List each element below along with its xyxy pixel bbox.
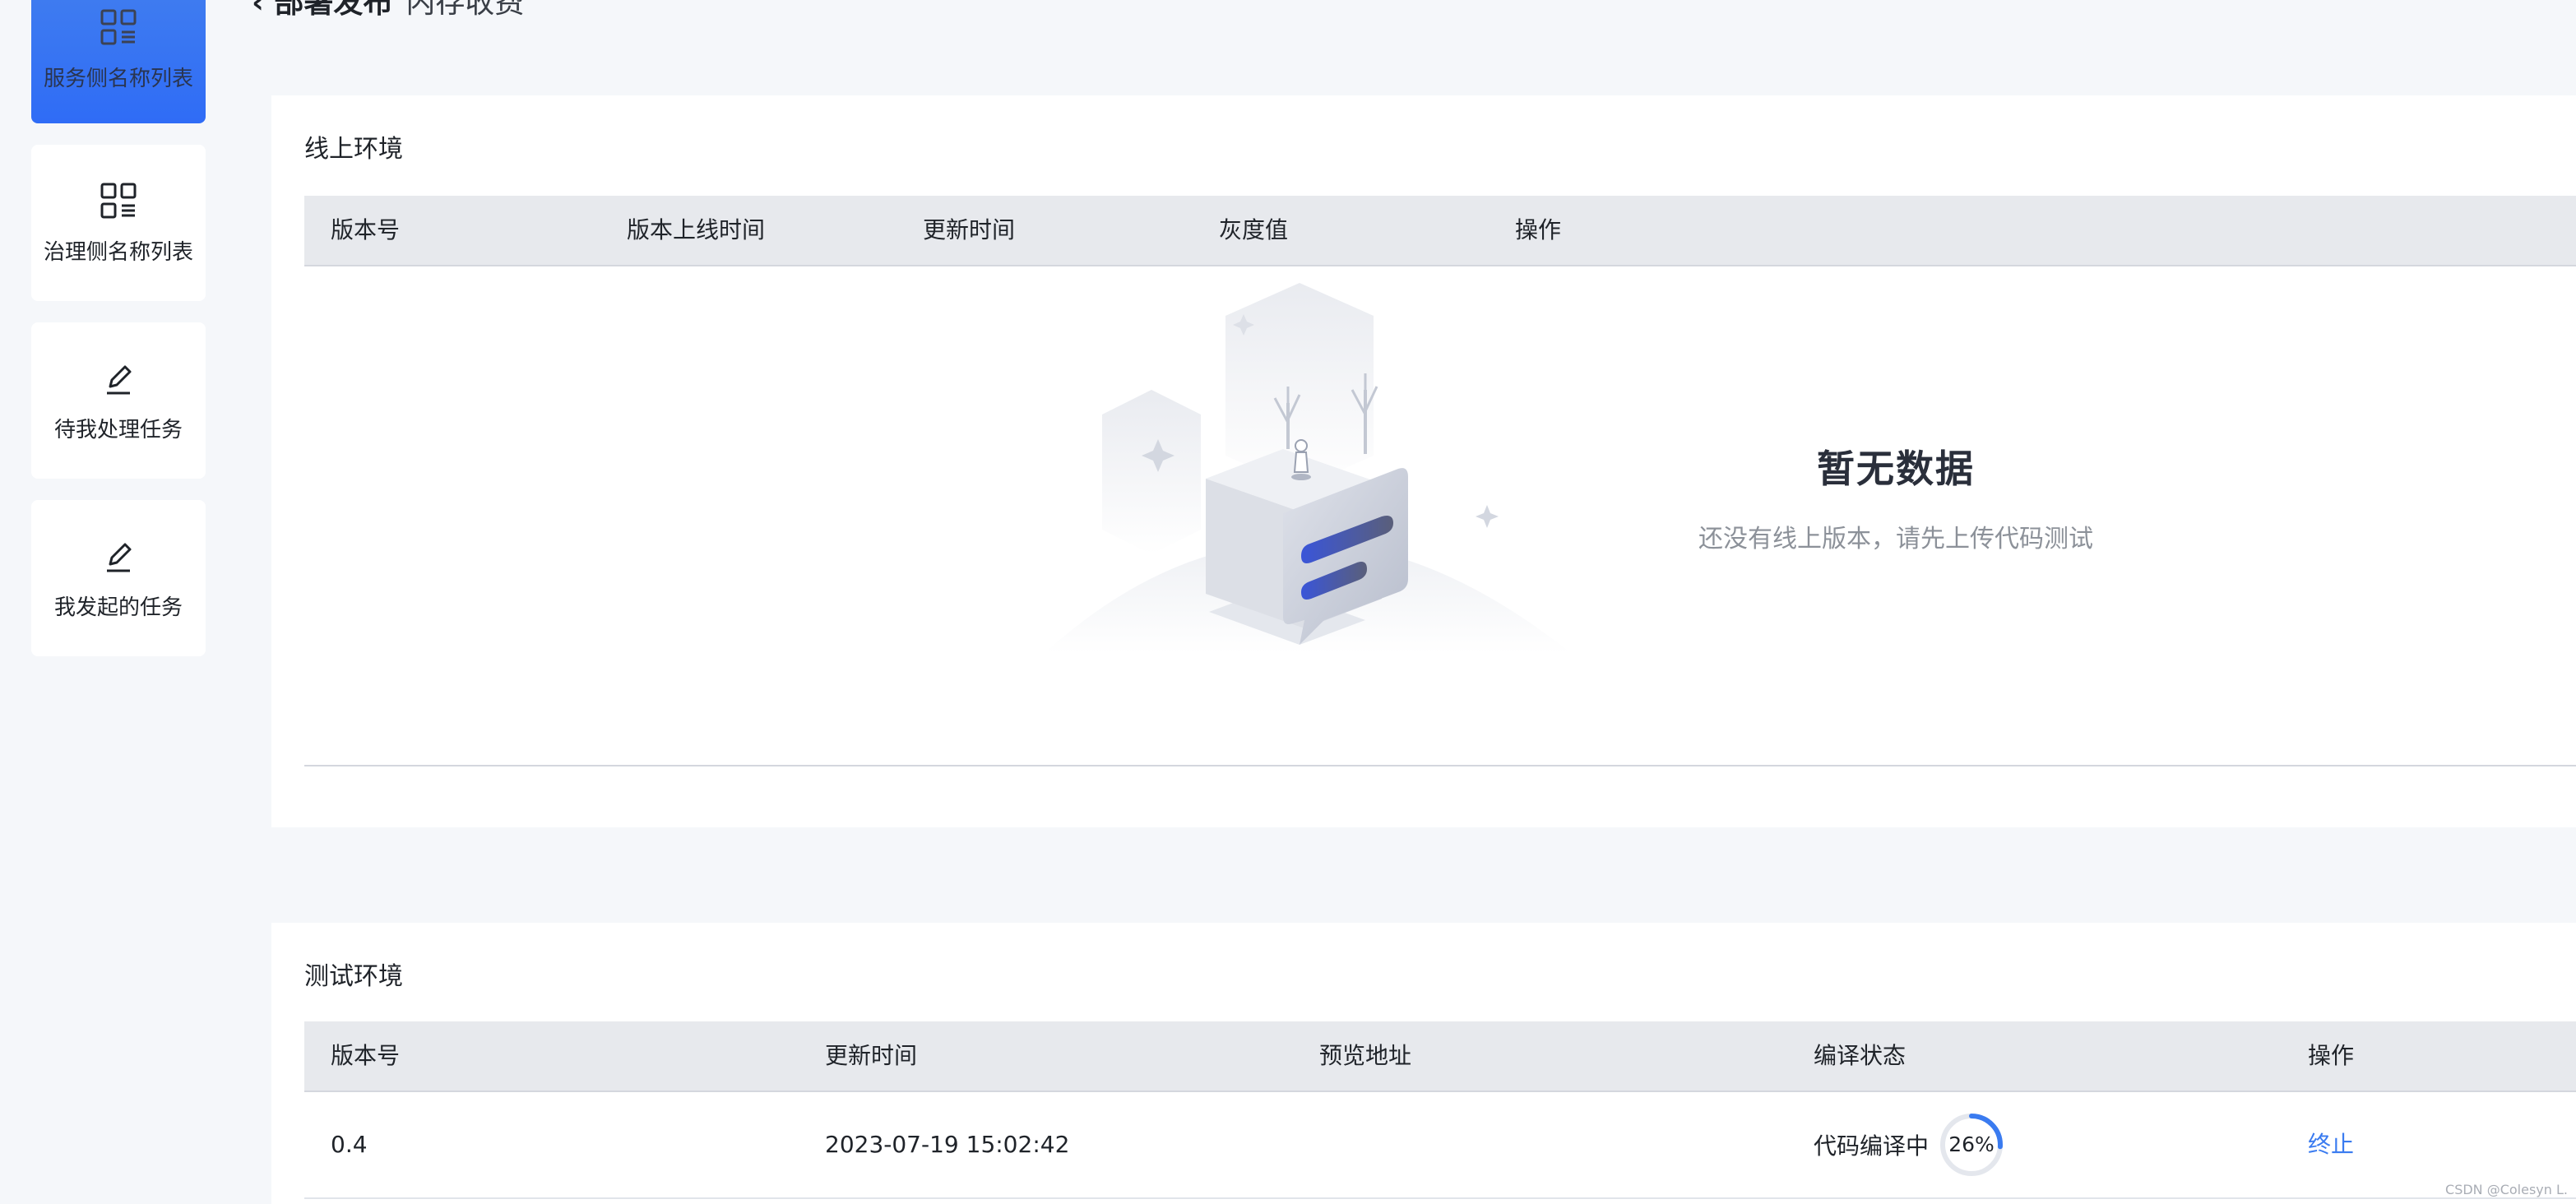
edit-pen-icon	[107, 365, 132, 394]
col-gray-value: 灰度值	[1219, 216, 1289, 243]
build-status-text: 代码编译中	[1814, 1132, 1930, 1160]
online-env-title: 线上环境	[304, 135, 403, 164]
sidebar-item-my-pending-tasks[interactable]: 待我处理任务	[31, 322, 206, 479]
page-title: ‹ 部署发布 内存收费	[252, 0, 524, 21]
edit-pen-icon	[107, 543, 132, 572]
col-actions: 操作	[2308, 1042, 2355, 1069]
sidebar-item-my-initiated-tasks[interactable]: 我发起的任务	[31, 500, 206, 656]
build-progress-label: 26%	[1948, 1132, 1995, 1156]
col-version: 版本号	[331, 216, 401, 243]
grid-list-icon	[100, 183, 137, 218]
stop-build-link[interactable]: 终止	[2308, 1092, 2354, 1197]
col-release-time: 版本上线时间	[627, 216, 766, 243]
online-env-card: 线上环境 版本号 版本上线时间 更新时间 灰度值 操作 暂无数据 还没有线上版本…	[271, 95, 2576, 827]
col-preview-url: 预览地址	[1319, 1042, 1412, 1069]
row-version: 0.4	[331, 1131, 368, 1158]
sidebar-item-label: 待我处理任务	[53, 417, 183, 442]
empty-state: 暂无数据 还没有线上版本，请先上传代码测试	[304, 266, 2576, 859]
row-build-status: 代码编译中 26%	[1814, 1092, 2004, 1197]
test-env-card: 测试环境 版本号 更新时间 预览地址 编译状态 操作 0.4 2023-07-1…	[271, 923, 2576, 1204]
build-progress-ring: 26%	[1939, 1112, 2004, 1178]
back-chevron-icon[interactable]: ‹	[252, 0, 274, 20]
sidebar-item-label: 服务侧名称列表	[43, 66, 193, 91]
empty-title: 暂无数据	[1817, 447, 1975, 491]
row-update-time: 2023-07-19 15:02:42	[825, 1131, 1070, 1158]
sidebar-item-governance-names[interactable]: 治理侧名称列表	[31, 145, 206, 301]
page-title-text: 部署发布	[274, 0, 393, 20]
col-version: 版本号	[331, 1042, 401, 1069]
col-update-time: 更新时间	[825, 1042, 918, 1069]
table-row: 0.4 2023-07-19 15:02:42 代码编译中 26% 终止	[304, 1092, 2576, 1199]
col-update-time: 更新时间	[923, 216, 1016, 243]
grid-list-icon	[100, 9, 137, 44]
col-actions: 操作	[1515, 216, 1562, 243]
sidebar-item-label: 治理侧名称列表	[43, 239, 193, 265]
test-env-title: 测试环境	[304, 962, 403, 991]
test-table-header: 版本号 更新时间 预览地址 编译状态 操作	[304, 1021, 2576, 1092]
watermark: CSDN @Colesyn L.	[2445, 1182, 2568, 1197]
sidebar-item-service-names[interactable]: 服务侧名称列表	[31, 0, 206, 123]
col-build-status: 编译状态	[1814, 1042, 1907, 1069]
table-bottom-divider	[304, 765, 2576, 766]
empty-description: 还没有线上版本，请先上传代码测试	[1698, 525, 2093, 553]
page-subtitle: 内存收费	[405, 0, 525, 20]
sidebar-item-label: 我发起的任务	[53, 595, 183, 620]
empty-illustration-icon	[1045, 283, 1571, 653]
online-table-header: 版本号 版本上线时间 更新时间 灰度值 操作	[304, 196, 2576, 266]
